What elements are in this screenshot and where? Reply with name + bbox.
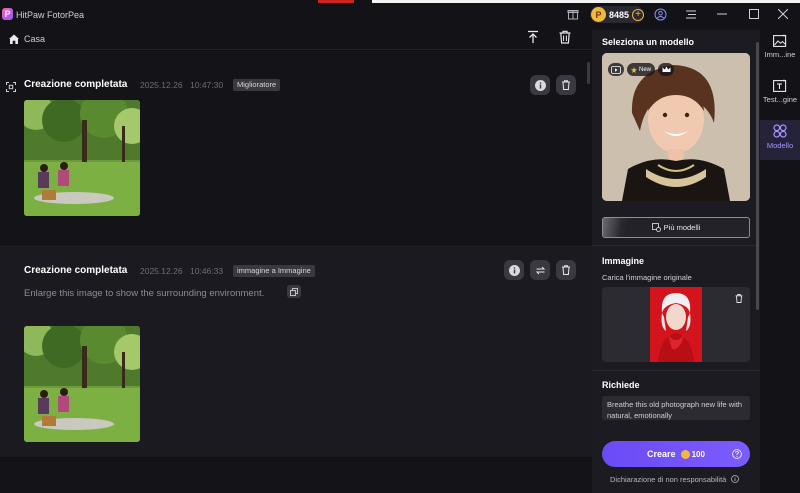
maximize-icon[interactable]	[747, 7, 761, 21]
info-icon	[508, 264, 520, 276]
coin-icon	[680, 449, 690, 459]
card-time: 10:47:30	[190, 80, 224, 90]
rail-item-model[interactable]: Modello	[760, 120, 800, 160]
feed-scrollbar[interactable]	[587, 62, 590, 84]
delete-all-icon[interactable]	[558, 30, 572, 44]
delete-button[interactable]	[556, 75, 576, 95]
card-date: 2025.12.26	[140, 266, 183, 276]
prompt-textarea[interactable]: Breathe this old photograph new life wit…	[602, 396, 750, 420]
gift-icon[interactable]	[566, 7, 580, 21]
card-title: Creazione completata	[24, 79, 128, 90]
new-badge: New	[627, 63, 655, 76]
info-button[interactable]	[504, 260, 524, 280]
info-button[interactable]	[530, 75, 550, 95]
refresh-icon	[535, 266, 545, 274]
model-icon	[773, 124, 787, 138]
model-badges: New	[608, 63, 674, 76]
card-time: 10:46:33	[190, 266, 224, 276]
create-button[interactable]: Creare 100	[602, 441, 750, 467]
uploaded-image	[650, 287, 702, 362]
image-heading: Immagine	[602, 256, 645, 266]
more-models-button[interactable]: Più modelli	[602, 217, 750, 238]
app-logo: P	[2, 8, 13, 20]
button-shine	[603, 218, 643, 237]
rail-item-label: Modello	[766, 141, 794, 150]
copy-prompt-button[interactable]	[287, 285, 301, 298]
top-edge-mark	[318, 0, 354, 3]
info-icon	[731, 475, 740, 483]
more-models-label: Più modelli	[663, 223, 701, 232]
model-heading: Seleziona un modello	[602, 37, 695, 47]
add-coins-icon[interactable]: +	[632, 8, 644, 21]
generation-panel: Seleziona un modello New Più modelli Imm…	[592, 30, 760, 493]
panel-divider	[592, 370, 760, 371]
rail-item-label: Imm...ine	[764, 50, 796, 59]
request-heading: Richiede	[602, 380, 640, 390]
close-icon[interactable]	[776, 7, 790, 21]
card-prompt: Enlarge this image to show the surroundi…	[24, 288, 265, 299]
disclaimer-label: Dichiarazione di non responsabilità	[610, 475, 727, 484]
results-feed: Creazione completata 2025.12.26 10:47:30…	[0, 51, 592, 493]
breadcrumb: Casa	[0, 30, 592, 50]
trash-icon	[562, 265, 570, 275]
card-tag: immagine a Immagine	[233, 265, 315, 277]
regenerate-button[interactable]	[530, 260, 550, 280]
upload-top-icon[interactable]	[526, 30, 540, 44]
top-edge-strip	[372, 0, 800, 3]
rail-item-label: Test...gine	[762, 95, 798, 104]
coin-balance[interactable]: P 8485 +	[590, 6, 644, 23]
result-card	[0, 458, 592, 493]
text-image-icon	[773, 79, 787, 92]
coin-icon: P	[591, 7, 606, 22]
copy-icon	[290, 287, 298, 296]
image-icon	[773, 34, 787, 47]
info-icon	[534, 79, 546, 91]
menu-icon[interactable]	[684, 7, 698, 21]
tool-rail: Imm...ine Test...gine Modello	[760, 30, 800, 493]
trash-icon	[562, 80, 570, 90]
title-bar: P HitPaw FotorPea P 8485 +	[0, 0, 800, 30]
result-card: Creazione completata 2025.12.26 10:47:30…	[0, 51, 592, 244]
help-icon[interactable]	[732, 449, 742, 459]
panel-divider	[592, 245, 760, 246]
home-icon[interactable]	[8, 32, 20, 44]
breadcrumb-home[interactable]: Casa	[24, 34, 45, 44]
delete-button[interactable]	[556, 260, 576, 280]
upload-label: Carica l'immagine originale	[602, 273, 692, 282]
result-card: Creazione completata 2025.12.26 10:46:33…	[0, 245, 592, 457]
result-thumbnail[interactable]	[24, 100, 140, 216]
create-cost: 100	[691, 449, 705, 459]
app-title: HitPaw FotorPea	[16, 10, 85, 20]
disclaimer-link[interactable]: Dichiarazione di non responsabilità	[610, 475, 740, 484]
remove-image-icon[interactable]	[735, 294, 743, 303]
card-tag: Miglioratore	[233, 79, 281, 91]
models-icon	[651, 223, 661, 232]
rail-item-image[interactable]: Imm...ine	[760, 30, 800, 70]
star-icon	[630, 66, 637, 73]
card-date: 2025.12.26	[140, 80, 183, 90]
user-icon[interactable]	[653, 7, 667, 21]
panel-scrollbar[interactable]	[756, 42, 759, 310]
coin-count: 8485	[608, 9, 630, 20]
rail-item-text-image[interactable]: Test...gine	[760, 75, 800, 115]
result-thumbnail[interactable]	[24, 326, 140, 442]
create-label: Creare	[647, 449, 676, 459]
video-badge-icon	[608, 63, 624, 76]
minimize-icon[interactable]	[715, 7, 729, 21]
upload-image-box[interactable]	[602, 287, 750, 362]
new-badge-label: New	[638, 66, 651, 73]
enhance-icon	[6, 79, 16, 92]
card-title: Creazione completata	[24, 265, 128, 276]
crown-icon	[658, 63, 674, 76]
